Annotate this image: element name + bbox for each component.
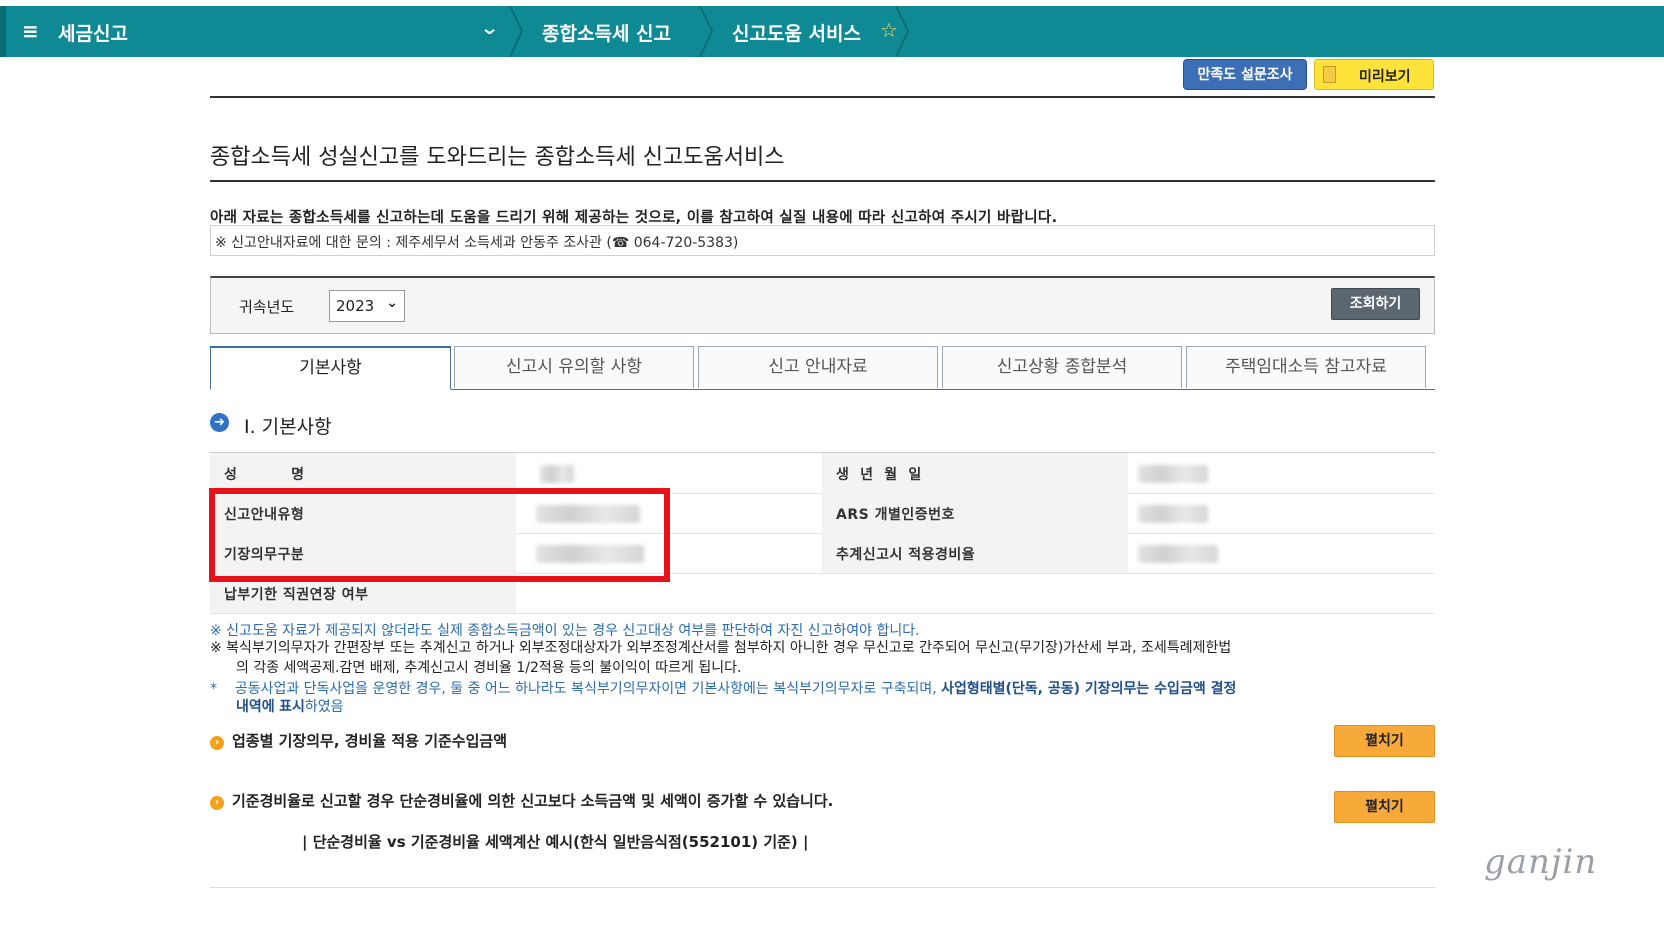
year-select-value: 2023 bbox=[336, 297, 375, 315]
tab-basic-info[interactable]: 기본사항 bbox=[210, 346, 451, 390]
arrow-bullet-icon: › bbox=[210, 736, 224, 750]
subsection-1-title: 업종별 기장의무, 경비율 적용 기준수입금액 bbox=[232, 732, 507, 750]
document-icon bbox=[1323, 66, 1336, 83]
notice-text: 아래 자료는 종합소득세를 신고하는데 도움을 드리기 위해 제공하는 것으로,… bbox=[210, 210, 1058, 226]
subsection-1-heading: › 업종별 기장의무, 경비율 적용 기준수입금액 bbox=[210, 730, 507, 751]
section-title: Ⅰ. 기본사항 bbox=[244, 416, 332, 438]
search-panel: 귀속년도 2023 ⌄ 조회하기 bbox=[210, 276, 1435, 334]
year-select[interactable]: 2023 ⌄ bbox=[329, 290, 405, 322]
label-ars-number: ARS 개별인증번호 bbox=[822, 493, 1128, 533]
note-2a: ※ 복식부기의무자가 간편장부 또는 추계신고 하거나 외부조정대상자가 외부조… bbox=[210, 640, 1232, 656]
nav-menu-label[interactable]: 세금신고 bbox=[58, 19, 128, 46]
arrow-circle-icon: ➜ bbox=[210, 413, 229, 432]
value-name bbox=[516, 453, 822, 493]
tab-guide-materials[interactable]: 신고 안내자료 bbox=[698, 346, 938, 388]
header-divider bbox=[210, 96, 1435, 98]
note-3a-text: 공동사업과 단독사업을 운영한 경우, 둘 중 어느 하나라도 복식부기의무자이… bbox=[234, 681, 937, 697]
query-button[interactable]: 조회하기 bbox=[1331, 288, 1420, 320]
note-3a: * 공동사업과 단독사업을 운영한 경우, 둘 중 어느 하나라도 복식부기의무… bbox=[210, 678, 1236, 698]
expand-button-2[interactable]: 펼치기 bbox=[1334, 791, 1435, 823]
expand-button-1[interactable]: 펼치기 bbox=[1334, 725, 1435, 757]
example-title: | 단순경비율 vs 기준경비율 세액계산 예시(한식 일반음식점(552101… bbox=[302, 833, 809, 851]
note-3b-bold2: 표시 bbox=[279, 699, 305, 715]
note-3b: 내역에 표시하였음 bbox=[236, 696, 344, 716]
chevron-down-icon[interactable]: ⌄ bbox=[480, 18, 500, 39]
bottom-divider bbox=[210, 887, 1435, 888]
inquiry-text: ※ 신고안내자료에 대한 문의 : 제주세무서 소득세과 안동주 조사관 (☎ … bbox=[215, 235, 739, 251]
subsection-2-title: 기준경비율로 신고할 경우 단순경비율에 의한 신고보다 소득금액 및 세액이 … bbox=[232, 792, 834, 810]
note-3b-bold: 내역에 bbox=[236, 699, 275, 715]
label-name: 성 명 bbox=[210, 453, 516, 493]
tab-filing-cautions[interactable]: 신고시 유의할 사항 bbox=[454, 346, 694, 388]
preview-button[interactable]: 미리보기 bbox=[1314, 59, 1434, 90]
note-2b: 의 각종 세액공제.감면 배제, 추계신고시 경비율 1/2적용 등의 불이익이… bbox=[236, 660, 742, 676]
top-nav-bar: ≡ 세금신고 ⌄ 종합소득세 신고 신고도움 서비스 ☆ bbox=[0, 6, 1664, 57]
value-ars-number bbox=[1128, 493, 1435, 533]
value-expense-rate bbox=[1128, 533, 1435, 573]
tab-bar: 기본사항 신고시 유의할 사항 신고 안내자료 신고상황 종합분석 주택임대소득… bbox=[210, 346, 1435, 390]
hamburger-menu-icon[interactable]: ≡ bbox=[22, 19, 39, 43]
breadcrumb-income-tax[interactable]: 종합소득세 신고 bbox=[542, 19, 671, 46]
nav-left-accent bbox=[0, 6, 6, 57]
breadcrumb-filing-help[interactable]: 신고도움 서비스 bbox=[732, 19, 861, 46]
preview-button-label: 미리보기 bbox=[1359, 69, 1411, 85]
subsection-2-heading: › 기준경비율로 신고할 경우 단순경비율에 의한 신고보다 소득금액 및 세액이… bbox=[210, 790, 833, 811]
chevron-down-icon: ⌄ bbox=[386, 295, 398, 311]
inquiry-box: ※ 신고안내자료에 대한 문의 : 제주세무서 소득세과 안동주 조사관 (☎ … bbox=[210, 225, 1435, 256]
highlight-box bbox=[209, 488, 670, 582]
value-birthdate bbox=[1128, 453, 1435, 493]
page-title: 종합소득세 성실신고를 도와드리는 종합소득세 신고도움서비스 bbox=[210, 145, 785, 170]
arrow-bullet-icon: › bbox=[210, 796, 224, 810]
title-divider bbox=[210, 180, 1435, 182]
label-birthdate: 생 년 월 일 bbox=[822, 453, 1128, 493]
survey-button[interactable]: 만족도 설문조사 bbox=[1183, 59, 1307, 90]
note-3-bullet: * bbox=[210, 681, 235, 697]
tab-status-analysis[interactable]: 신고상황 종합분석 bbox=[942, 346, 1182, 388]
label-expense-rate: 추계신고시 적용경비율 bbox=[822, 533, 1128, 573]
note-3a-bold: 사업형태별(단독, 공동) 기장의무는 수입금액 결정 bbox=[941, 681, 1237, 697]
watermark-logo: ganjin bbox=[1484, 842, 1598, 882]
note-3b-text: 하였음 bbox=[304, 699, 344, 715]
tab-housing-rental[interactable]: 주택임대소득 참고자료 bbox=[1186, 346, 1426, 388]
year-label: 귀속년도 bbox=[239, 298, 295, 316]
